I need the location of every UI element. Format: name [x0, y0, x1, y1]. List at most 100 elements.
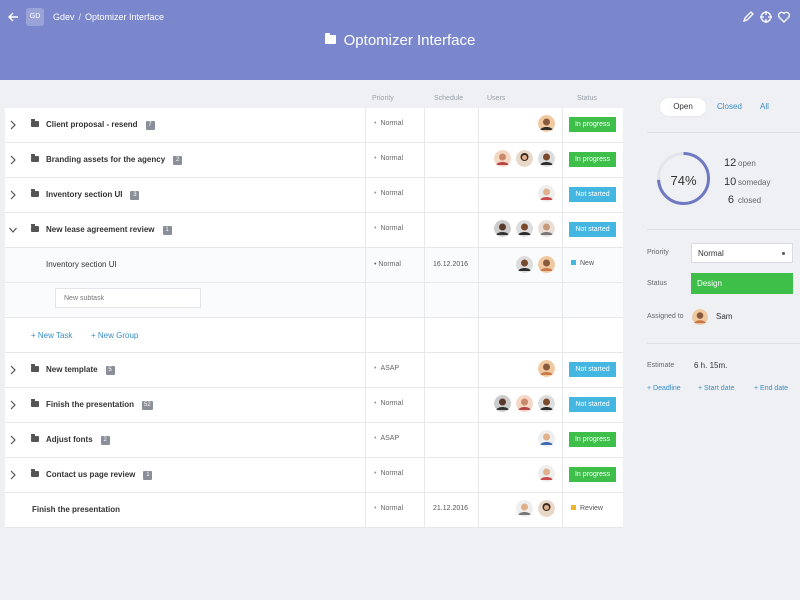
task-priority[interactable]: Normal [374, 470, 403, 477]
column-header-priority: Priority [372, 95, 394, 102]
user-avatar[interactable] [538, 150, 555, 167]
chevron-right-icon[interactable] [9, 190, 17, 200]
task-row[interactable]: Adjust fonts 2 ASAP In progress [5, 423, 623, 458]
subtask-name[interactable]: Inventory section UI [46, 260, 117, 269]
task-count-badge: 7 [145, 121, 155, 130]
task-status[interactable]: Review [571, 505, 603, 512]
status-badge[interactable]: In progress [569, 467, 616, 482]
chevron-right-icon[interactable] [9, 435, 17, 445]
task-row[interactable]: Client proposal - resend 7 Normal In prog… [5, 108, 623, 143]
chevron-right-icon[interactable] [9, 155, 17, 165]
task-name[interactable]: Finish the presentation 52 [46, 400, 153, 410]
task-name[interactable]: Finish the presentation [32, 505, 120, 514]
status-badge[interactable]: In progress [569, 152, 616, 167]
task-row[interactable]: New template 5 ASAP Not started [5, 353, 623, 388]
subtask-schedule[interactable]: 16.12.2016 [433, 261, 468, 268]
user-avatar[interactable] [516, 150, 533, 167]
user-avatar[interactable] [516, 500, 533, 517]
task-priority[interactable]: Normal [374, 505, 403, 512]
task-row[interactable]: Finish the presentation Normal 21.12.201… [5, 493, 623, 528]
chevron-right-icon[interactable] [9, 365, 17, 375]
task-row[interactable]: Finish the presentation 52 Normal Not sta… [5, 388, 623, 423]
task-name-text: Adjust fonts [46, 435, 93, 444]
task-priority[interactable]: Normal [374, 190, 403, 197]
task-row[interactable]: New lease agreement review 1 Normal Not s… [5, 213, 623, 248]
chevron-down-icon[interactable] [9, 225, 17, 235]
add-start-date-link[interactable]: + Start date [698, 385, 734, 392]
subtask-priority[interactable]: • Normal [374, 261, 401, 268]
task-priority[interactable]: ASAP [374, 365, 399, 372]
task-priority[interactable]: Normal [374, 225, 403, 232]
progress-percent: 74% [670, 173, 697, 188]
new-task-link[interactable]: + New Task [31, 331, 72, 340]
estimate-value[interactable]: 6 h. 15m. [694, 361, 727, 370]
back-arrow-icon[interactable] [6, 10, 20, 24]
task-status-text: Review [580, 505, 603, 512]
chevron-right-icon[interactable] [9, 400, 17, 410]
task-name[interactable]: Adjust fonts 2 [46, 435, 110, 445]
task-priority[interactable]: ASAP [374, 435, 399, 442]
status-badge[interactable]: Not started [569, 222, 616, 237]
tab-closed[interactable]: Closed [717, 98, 742, 116]
assignee-avatar[interactable] [692, 309, 708, 325]
user-avatar[interactable] [494, 220, 511, 237]
column-divider [365, 108, 366, 528]
task-schedule[interactable]: 21.12.2016 [433, 505, 468, 512]
tab-open[interactable]: Open [660, 98, 706, 116]
status-badge[interactable]: In progress [569, 432, 616, 447]
column-divider [562, 108, 563, 528]
task-name[interactable]: Contact us page review 1 [46, 470, 153, 480]
task-name[interactable]: Client proposal - resend 7 [46, 120, 155, 130]
task-row[interactable]: Inventory section UI 3 Normal Not started [5, 178, 623, 213]
task-row[interactable]: Branding assets for the agency 2 Normal I… [5, 143, 623, 178]
chevron-right-icon[interactable] [9, 120, 17, 130]
user-avatar[interactable] [538, 185, 555, 202]
user-avatar[interactable] [516, 395, 533, 412]
new-subtask-input[interactable] [55, 288, 201, 308]
task-row[interactable]: Contact us page review 1 Normal In progre… [5, 458, 623, 493]
status-label: Status [647, 280, 667, 287]
user-avatar[interactable] [538, 430, 555, 447]
subtask-priority-text: Normal [378, 261, 401, 268]
user-avatar[interactable] [538, 220, 555, 237]
status-badge[interactable]: Not started [569, 187, 616, 202]
task-name[interactable]: New template 5 [46, 365, 115, 375]
task-count-badge: 5 [105, 366, 115, 375]
user-avatar[interactable] [538, 395, 555, 412]
task-priority[interactable]: Normal [374, 155, 403, 162]
chevron-right-icon[interactable] [9, 470, 17, 480]
user-avatar[interactable] [538, 360, 555, 377]
task-name[interactable]: New lease agreement review 1 [46, 225, 172, 235]
breadcrumb-workspace[interactable]: Gdev [53, 12, 75, 22]
assignee-name[interactable]: Sam [716, 312, 732, 321]
task-priority[interactable]: Normal [374, 120, 403, 127]
user-avatar[interactable] [516, 256, 533, 273]
user-avatar[interactable] [494, 150, 511, 167]
add-deadline-link[interactable]: + Deadline [647, 385, 681, 392]
tab-all[interactable]: All [760, 98, 769, 116]
status-badge[interactable]: In progress [569, 117, 616, 132]
user-avatar[interactable] [538, 256, 555, 273]
status-select[interactable]: Design [691, 273, 793, 294]
column-header-schedule: Schedule [434, 95, 464, 102]
subtask-status[interactable]: New [571, 260, 594, 267]
user-avatar[interactable] [538, 465, 555, 482]
new-group-link[interactable]: + New Group [91, 331, 138, 340]
add-end-date-link[interactable]: + End date [754, 385, 788, 392]
subtask-row[interactable]: Inventory section UI • Normal 16.12.2016… [5, 248, 623, 283]
task-name[interactable]: Inventory section UI 3 [46, 190, 140, 200]
status-badge[interactable]: Not started [569, 362, 616, 377]
status-new-marker [571, 260, 576, 265]
user-avatar[interactable] [494, 395, 511, 412]
user-avatar[interactable] [538, 500, 555, 517]
task-name[interactable]: Branding assets for the agency 2 [46, 155, 183, 165]
stat-label: closed [738, 196, 762, 205]
task-priority[interactable]: Normal [374, 400, 403, 407]
breadcrumb-page[interactable]: Optomizer Interface [85, 12, 164, 22]
status-badge[interactable]: Not started [569, 397, 616, 412]
user-avatar[interactable] [538, 115, 555, 132]
workspace-badge[interactable]: GD [26, 8, 44, 26]
priority-select[interactable]: Normal [691, 243, 793, 263]
user-avatar[interactable] [516, 220, 533, 237]
folder-icon [31, 399, 39, 407]
